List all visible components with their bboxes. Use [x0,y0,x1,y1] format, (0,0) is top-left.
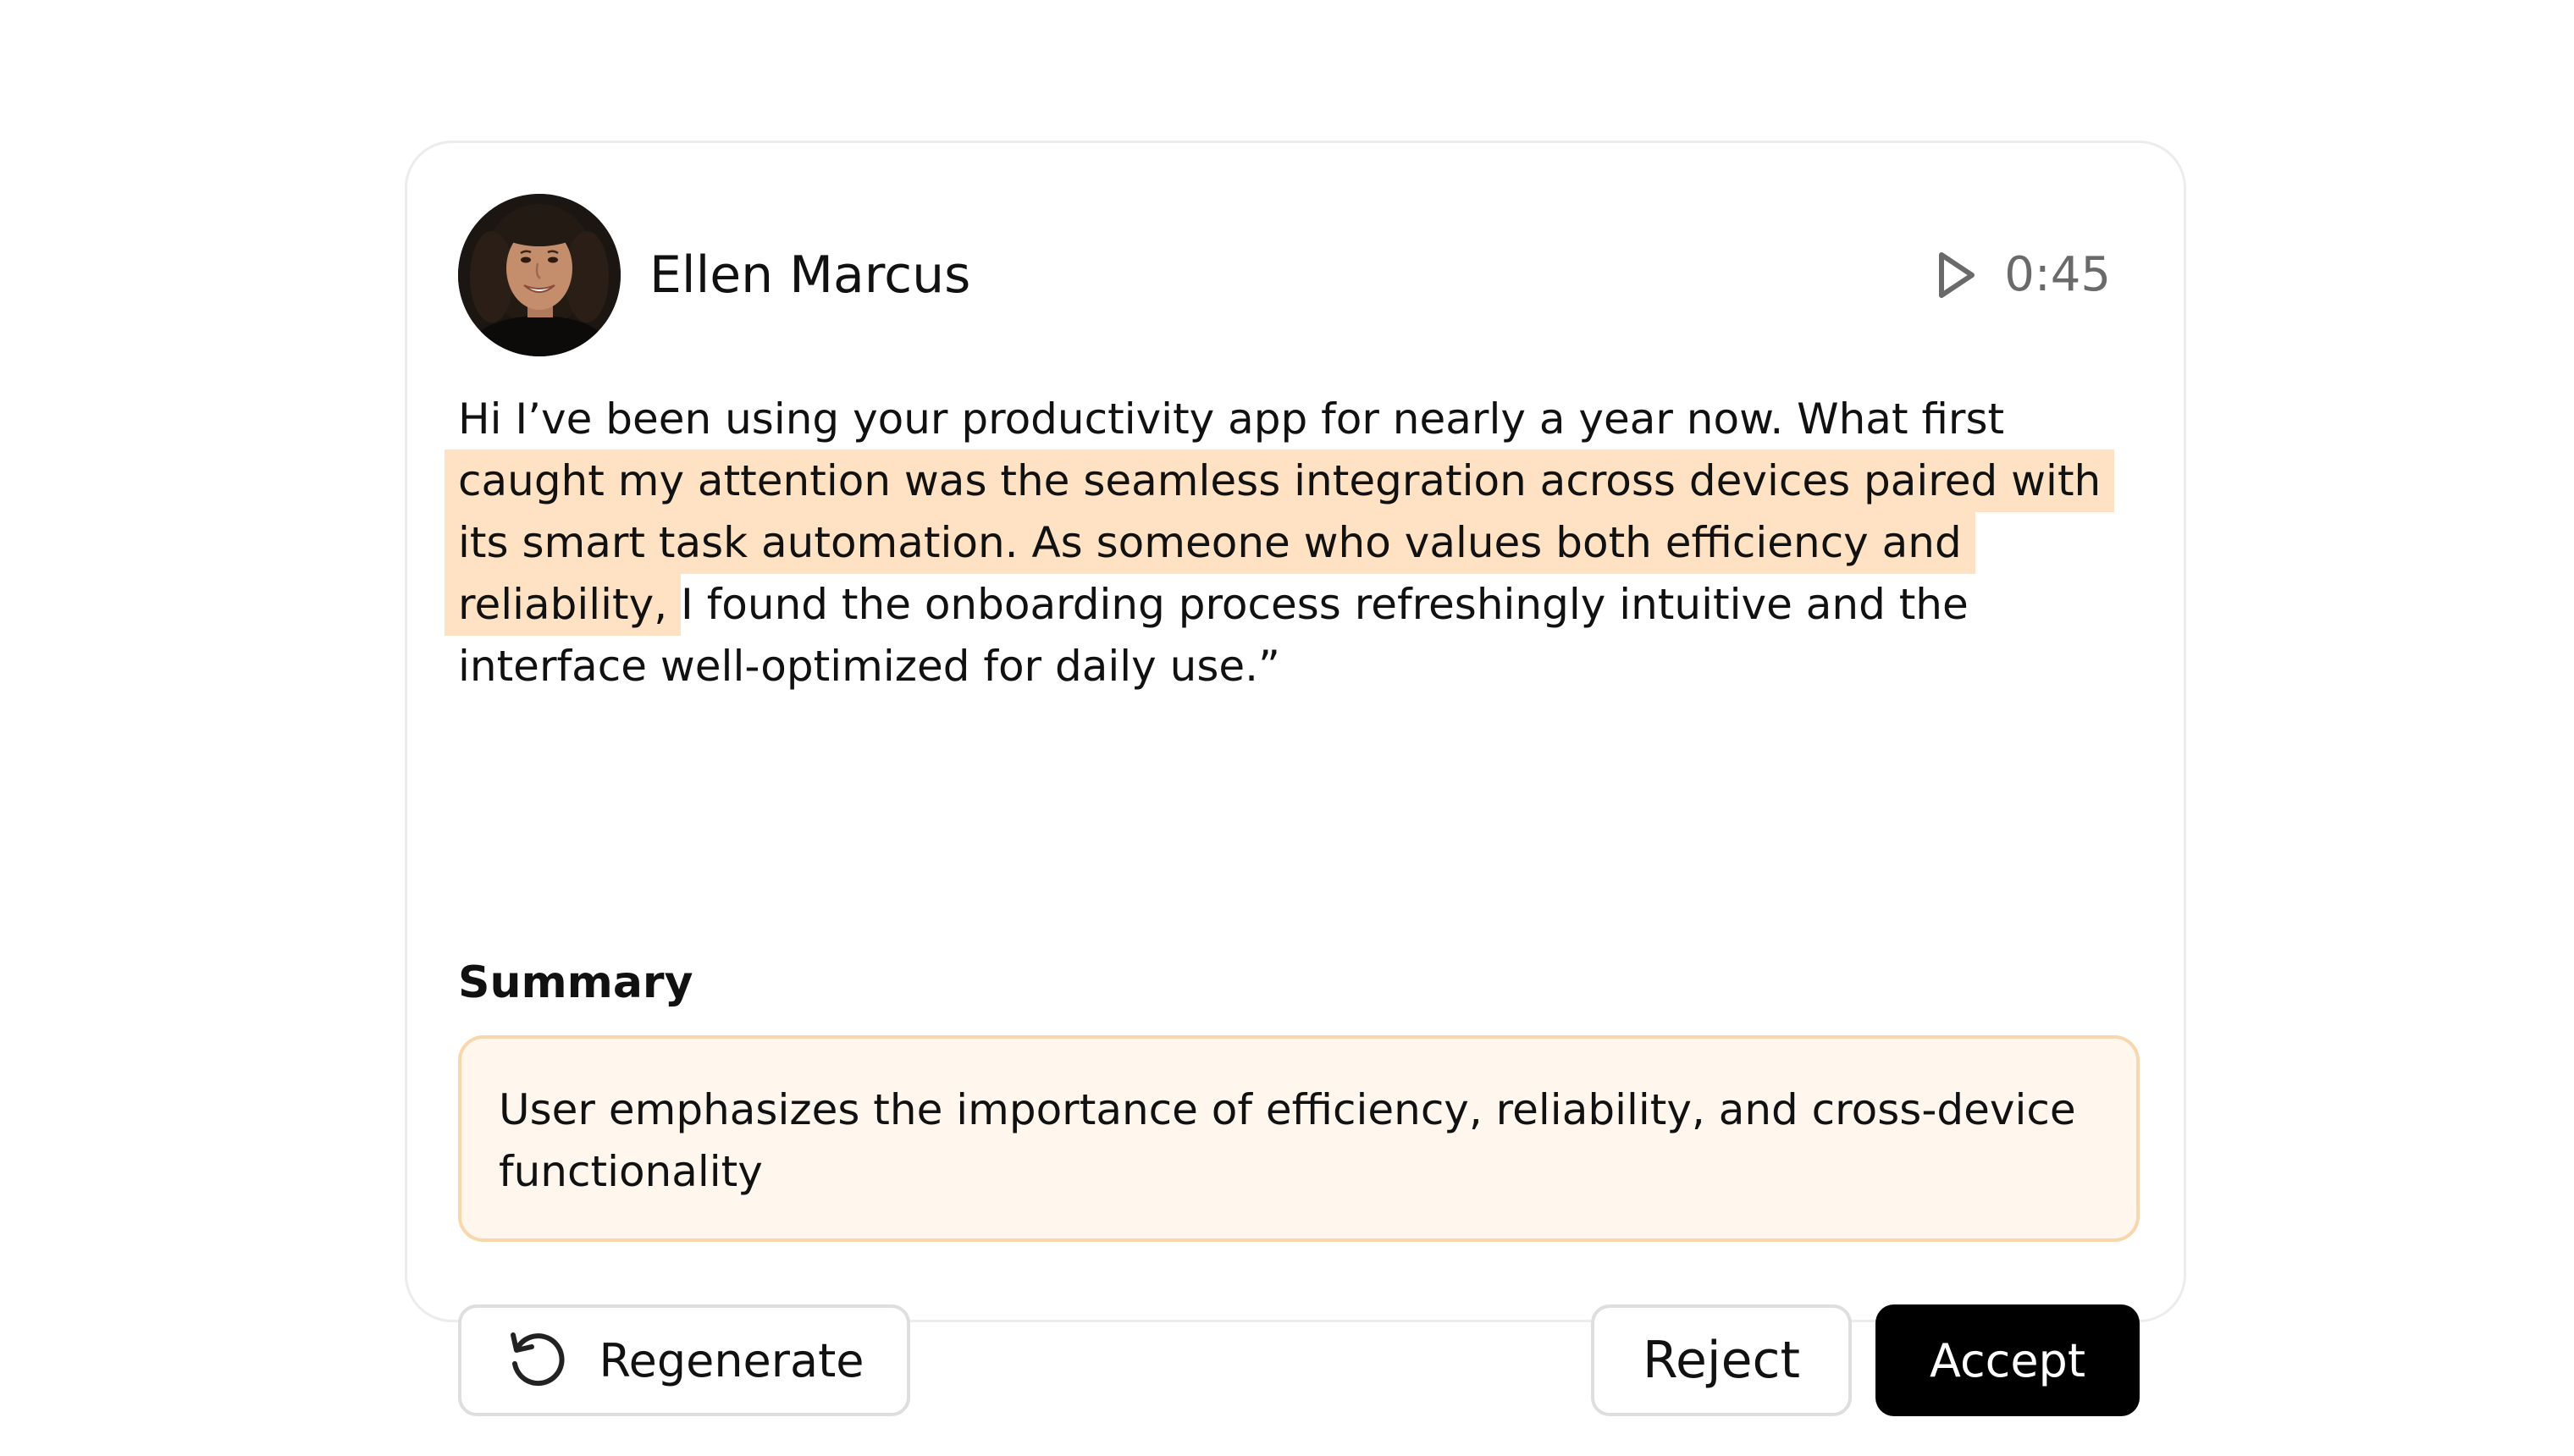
transcript-text: Hi I’ve been using your productivity app… [445,389,2135,698]
reject-button[interactable]: Reject [1591,1304,1852,1416]
avatar [458,194,621,356]
refresh-icon [510,1332,565,1387]
summary-field[interactable]: User emphasizes the importance of effici… [458,1035,2140,1242]
transcript-text-end: I found the onboarding process refreshin… [458,580,1969,691]
audio-player: 0:45 [1931,245,2111,306]
audio-duration: 0:45 [2004,247,2111,302]
summary-label: Summary [458,957,693,1008]
accept-button[interactable]: Accept [1875,1304,2140,1416]
regenerate-button[interactable]: Regenerate [458,1304,910,1416]
play-icon[interactable] [1931,248,1979,302]
person-portrait-avatar [458,194,621,356]
card-header: Ellen Marcus 0:45 [458,194,2111,356]
review-card: Ellen Marcus 0:45 Hi I’ve been using you… [405,141,2186,1416]
transcript-text-start: Hi I’ve been using your productivity app… [458,394,2005,444]
author-name: Ellen Marcus [649,245,971,305]
regenerate-label: Regenerate [599,1333,864,1387]
